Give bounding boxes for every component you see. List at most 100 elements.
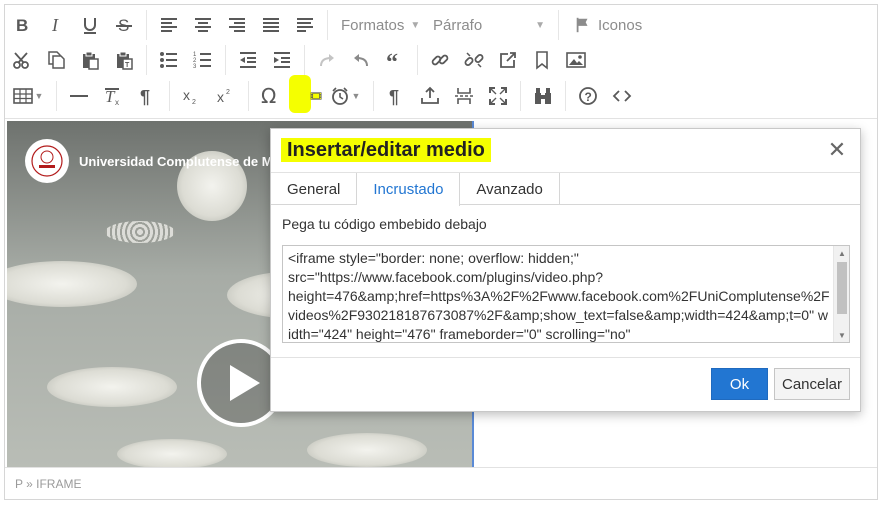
unlink-icon (464, 52, 484, 68)
clipboard-icon (83, 51, 99, 70)
strikethrough-icon: S (116, 16, 132, 35)
underline-button[interactable] (73, 8, 107, 42)
chevron-down-icon: ▼ (34, 91, 44, 101)
anchor-button[interactable] (525, 43, 559, 77)
dialog-body: Pega tu código embebido debajo <iframe s… (271, 206, 860, 352)
fullscreen-button[interactable] (481, 79, 515, 113)
formats-dropdown[interactable]: Formatos ▼ (333, 8, 425, 42)
clear-formatting-button[interactable]: Tx (96, 79, 130, 113)
redo-button[interactable] (310, 43, 344, 77)
icons-button[interactable]: Iconos (564, 8, 652, 42)
horizontal-rule-icon (70, 95, 88, 97)
textarea-scrollbar[interactable]: ▲ ▼ (833, 246, 849, 342)
scroll-down-arrow-icon[interactable]: ▼ (834, 328, 849, 342)
ceiling-lamp (117, 439, 227, 467)
svg-text:¶: ¶ (140, 87, 150, 106)
align-center-icon (195, 18, 211, 32)
page-break-icon (455, 88, 473, 104)
svg-text:“: “ (386, 50, 398, 70)
table-button[interactable]: ▼ (5, 79, 51, 113)
outdent-button[interactable] (231, 43, 265, 77)
find-replace-button[interactable] (526, 79, 560, 113)
subscript-button[interactable]: x2 (175, 79, 209, 113)
justify-button[interactable] (254, 8, 288, 42)
cut-button[interactable] (5, 43, 39, 77)
tab-advanced[interactable]: Avanzado (460, 173, 560, 205)
ceiling-lamp (47, 367, 177, 407)
align-right-button[interactable] (220, 8, 254, 42)
align-none-icon (297, 18, 313, 32)
dialog-header[interactable]: Insertar/editar medio ✕ (271, 129, 860, 171)
paragraph-mark-button[interactable]: ¶ (130, 79, 164, 113)
svg-text:?: ? (585, 90, 592, 104)
insert-link-button[interactable] (423, 43, 457, 77)
special-character-button[interactable]: Ω (254, 79, 288, 113)
bold-icon: B (16, 16, 28, 35)
channel-name[interactable]: Universidad Complutense de Ma (79, 154, 280, 169)
scissors-icon (13, 52, 29, 69)
video-channel-header[interactable]: Universidad Complutense de Ma (25, 139, 280, 183)
cancel-button[interactable]: Cancelar (774, 368, 850, 400)
chevron-down-icon: ▼ (535, 19, 545, 31)
help-button[interactable]: ? (571, 79, 605, 113)
paragraph-dropdown[interactable]: Párrafo ▼ (425, 8, 553, 42)
align-none-button[interactable] (288, 8, 322, 42)
superscript-icon: x2 (217, 89, 230, 105)
avatar[interactable] (25, 139, 69, 183)
insert-nonbreaking-button[interactable] (413, 79, 447, 113)
svg-text:x: x (115, 98, 119, 106)
align-center-button[interactable] (186, 8, 220, 42)
scrollbar-thumb[interactable] (837, 262, 847, 314)
ceiling-vent (105, 221, 175, 243)
tab-label: Incrustado (373, 181, 444, 198)
superscript-button[interactable]: x2 (209, 79, 243, 113)
toolbar-separator (304, 45, 305, 75)
close-button[interactable]: ✕ (824, 137, 850, 163)
embed-code-textarea[interactable]: <iframe style="border: none; overflow: h… (282, 245, 850, 343)
tab-embed[interactable]: Incrustado (357, 173, 461, 206)
paste-text-icon: T (117, 51, 133, 70)
pilcrow-icon: ¶ (140, 87, 150, 106)
dialog-tabs: General Incrustado Avanzado (271, 172, 860, 206)
bullet-list-button[interactable] (152, 43, 186, 77)
toolbar-row-2: T 123 “ (5, 43, 593, 77)
numbered-list-button[interactable]: 123 (186, 43, 220, 77)
pilcrow-icon: ¶ (389, 87, 399, 106)
source-code-button[interactable] (605, 79, 639, 113)
tab-general[interactable]: General (271, 173, 358, 205)
ok-button[interactable]: Ok (711, 368, 768, 400)
show-blocks-button[interactable]: ¶ (379, 79, 413, 113)
copy-button[interactable] (39, 43, 73, 77)
undo-button[interactable] (344, 43, 378, 77)
copy-icon (48, 51, 65, 69)
remove-link-button[interactable] (457, 43, 491, 77)
dialog-footer: Ok Cancelar (271, 357, 860, 413)
open-link-button[interactable] (491, 43, 525, 77)
scroll-up-arrow-icon[interactable]: ▲ (834, 246, 849, 260)
horizontal-rule-button[interactable] (62, 79, 96, 113)
bold-button[interactable]: B (5, 8, 39, 42)
svg-text:B: B (16, 16, 28, 35)
redo-icon (320, 54, 334, 67)
insert-media-button[interactable] (288, 75, 322, 113)
paste-button[interactable] (73, 43, 107, 77)
strikethrough-button[interactable]: S (107, 8, 141, 42)
paste-text-button[interactable]: T (107, 43, 141, 77)
italic-button[interactable]: I (39, 8, 73, 42)
page-break-button[interactable] (447, 79, 481, 113)
embed-code-text[interactable]: <iframe style="border: none; overflow: h… (288, 249, 830, 342)
toolbar-separator (225, 45, 226, 75)
align-left-icon (161, 18, 177, 32)
close-icon: ✕ (827, 137, 847, 162)
indent-button[interactable] (265, 43, 299, 77)
svg-text:x: x (217, 89, 224, 105)
clock-icon (331, 87, 348, 105)
align-left-button[interactable] (152, 8, 186, 42)
insert-datetime-button[interactable]: ▼ (322, 79, 368, 113)
blockquote-button[interactable]: “ (378, 43, 412, 77)
svg-text:2: 2 (192, 99, 196, 106)
element-path[interactable]: P » IFRAME (15, 477, 81, 491)
numbered-list-icon: 123 (193, 52, 211, 70)
formats-label: Formatos (341, 16, 405, 34)
insert-image-button[interactable] (559, 43, 593, 77)
